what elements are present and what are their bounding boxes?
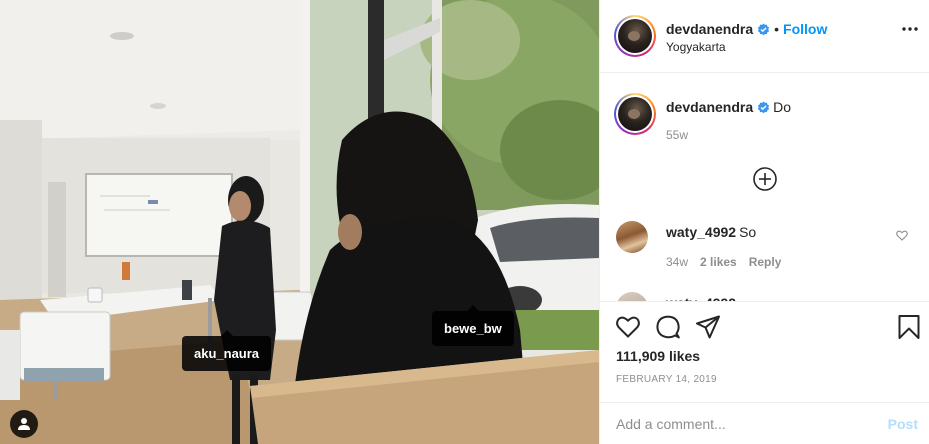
comment-username[interactable]: waty_4992 — [666, 224, 736, 240]
user-tag-label: bewe_bw — [444, 321, 502, 336]
verified-badge-icon — [758, 101, 770, 114]
photo-scene — [0, 0, 599, 444]
post-date[interactable]: FEBRUARY 14, 2019 — [616, 374, 717, 385]
caption: devdanendra Do — [666, 98, 791, 116]
comment-likes[interactable]: 2 likes — [700, 255, 737, 269]
user-tag[interactable]: bewe_bw — [432, 305, 514, 346]
post-header: devdanendra • Follow Yogyakarta — [600, 0, 929, 73]
header-user-row: devdanendra • Follow — [666, 21, 827, 37]
add-comment-bar: Post — [600, 402, 929, 444]
avatar[interactable] — [616, 292, 648, 301]
comments-section[interactable]: devdanendra Do 55w waty_4992 So 34w 2 like… — [600, 74, 929, 301]
reply-button[interactable]: Reply — [749, 255, 782, 269]
post-button[interactable]: Post — [888, 416, 918, 432]
post-photo[interactable]: aku_naura bewe_bw — [0, 0, 599, 444]
separator-dot: • — [774, 21, 780, 37]
caption-text: Do — [773, 99, 792, 115]
comment-timestamp[interactable]: 34w — [666, 255, 688, 269]
verified-badge-icon — [758, 23, 770, 36]
heart-icon[interactable] — [615, 314, 641, 340]
plus-circle-icon[interactable] — [752, 166, 778, 192]
post-actions: 111,909 likes FEBRUARY 14, 2019 — [600, 301, 929, 401]
comment-icon[interactable] — [655, 314, 681, 340]
share-icon[interactable] — [695, 314, 721, 340]
avatar[interactable] — [614, 93, 656, 135]
likes-count[interactable]: 111,909 likes — [616, 348, 700, 364]
more-options-icon[interactable] — [902, 27, 918, 31]
avatar[interactable] — [616, 221, 648, 253]
comment: waty_4992 So — [666, 224, 756, 240]
comment-text: So — [739, 224, 757, 240]
tagged-users-button[interactable] — [10, 410, 38, 438]
bookmark-icon[interactable] — [896, 314, 922, 340]
caption-username[interactable]: devdanendra — [666, 99, 753, 115]
user-tag-label: aku_naura — [194, 346, 260, 361]
header-username[interactable]: devdanendra — [666, 21, 753, 37]
user-icon — [18, 418, 30, 430]
post-side-panel: devdanendra • Follow Yogyakarta devdanend… — [599, 0, 929, 444]
comment-input[interactable] — [616, 413, 866, 435]
heart-icon[interactable] — [896, 230, 908, 241]
user-tag[interactable]: aku_naura — [182, 330, 272, 371]
avatar[interactable] — [614, 15, 656, 57]
location-link[interactable]: Yogyakarta — [666, 40, 726, 54]
follow-button[interactable]: Follow — [783, 21, 827, 37]
comment-meta: 34w 2 likes Reply — [666, 255, 793, 269]
caption-timestamp[interactable]: 55w — [666, 128, 688, 142]
